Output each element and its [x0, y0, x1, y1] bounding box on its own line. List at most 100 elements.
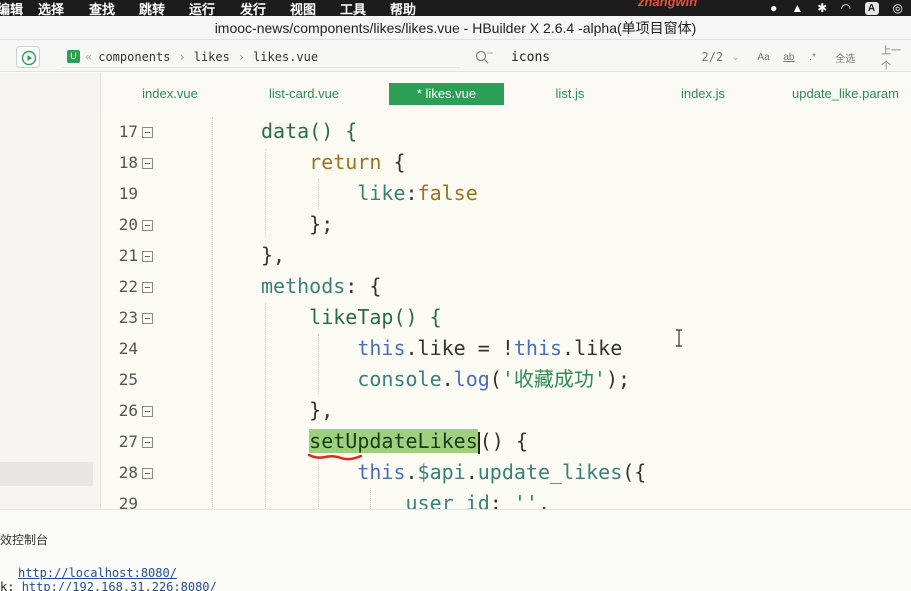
line-number: 17 — [118, 122, 138, 141]
gutter-line: 19 — [102, 178, 164, 209]
input-source-icon[interactable]: A — [864, 1, 879, 15]
code-line[interactable]: like:false — [261, 178, 477, 209]
console-panel: 效控制台 http://localhost:8080/ k: http://19… — [0, 509, 911, 591]
tab-list-js[interactable]: list.js — [544, 83, 596, 105]
code-line[interactable]: console.log('收藏成功'); — [261, 364, 630, 395]
editor-tabbar: index.vue list-card.vue * likes.vue list… — [102, 73, 911, 113]
code-token: { — [381, 150, 406, 174]
breadcrumb-separator: › — [237, 49, 246, 64]
toolbar: U « components › likes › likes.vue icons… — [0, 40, 911, 72]
code-line[interactable]: }; — [261, 209, 333, 240]
menu-publish[interactable]: 发行 — [240, 0, 266, 16]
breadcrumb-separator: › — [178, 49, 186, 64]
bluetooth-icon[interactable]: ✱ — [817, 1, 827, 15]
fold-toggle-icon[interactable] — [142, 282, 153, 293]
notification-icon[interactable]: ▲ — [791, 1, 803, 15]
fold-toggle-icon[interactable] — [142, 158, 153, 169]
fold-toggle-icon[interactable] — [142, 251, 153, 262]
breadcrumb-components[interactable]: components — [98, 50, 170, 64]
menu-select[interactable]: 选择 — [38, 0, 64, 16]
code-line[interactable]: }, — [261, 240, 285, 271]
watermark-name: zhangwin — [638, 0, 698, 9]
whole-word-toggle[interactable]: ab — [783, 52, 809, 63]
line-number: 20 — [118, 215, 138, 234]
fold-toggle-icon[interactable] — [142, 406, 153, 417]
chevron-down-icon[interactable]: ⌄ — [731, 52, 757, 63]
code-line[interactable]: setUpdateLikes() { — [261, 426, 528, 457]
explorer-selected-row[interactable] — [0, 462, 93, 486]
find-input[interactable]: icons — [511, 50, 651, 65]
project-explorer[interactable] — [0, 73, 101, 509]
tab-index-vue[interactable]: index.vue — [130, 83, 210, 105]
match-case-toggle[interactable]: Aa — [757, 52, 783, 63]
code-token: . — [441, 367, 454, 391]
code-line[interactable]: user_id: '', — [261, 488, 550, 509]
breadcrumb-back-icon[interactable]: « — [85, 50, 92, 64]
code-token: log — [453, 367, 490, 391]
find-prev-button[interactable]: 上一个 — [881, 42, 911, 72]
text-cursor-icon — [676, 329, 682, 347]
gutter-line: 26 — [102, 395, 164, 426]
menu-tools[interactable]: 工具 — [340, 0, 366, 16]
menu-view[interactable]: 视图 — [290, 0, 316, 16]
tab-index-js[interactable]: index.js — [668, 83, 738, 105]
run-preview-button[interactable] — [16, 46, 40, 68]
gutter-line: 20 — [102, 209, 164, 240]
code-line[interactable]: methods: { — [261, 271, 381, 302]
code-line[interactable]: likeTap() { — [261, 302, 442, 333]
window-title: imooc-news/components/likes/likes.vue - … — [0, 16, 911, 40]
code-editor[interactable]: 17 18 19 20 21 22 23 24 25 26 27 28 29 data() { retur… — [102, 113, 911, 509]
select-all-button[interactable]: 全选 — [835, 50, 881, 65]
search-icon[interactable]: ◎ — [893, 1, 903, 15]
code-token: }, — [261, 398, 334, 422]
code-line[interactable]: this.$api.update_likes({ — [261, 457, 646, 488]
gutter-line: 25 — [102, 364, 164, 395]
line-number: 26 — [118, 401, 138, 420]
code-token: this — [261, 460, 406, 484]
line-number: 18 — [118, 153, 138, 172]
gutter-line: 28 — [102, 457, 164, 488]
code-line[interactable]: this.like = !this.like — [261, 333, 622, 364]
fold-toggle-icon[interactable] — [142, 468, 153, 479]
code-token: update_likes — [477, 460, 623, 484]
menu-help[interactable]: 帮助 — [390, 0, 416, 16]
code-token: '' — [513, 491, 538, 509]
code-token: () { — [479, 429, 528, 453]
line-number: 25 — [118, 370, 138, 389]
code-token: likeTap() { — [261, 305, 442, 329]
tab-update-like-param[interactable]: update_like.param — [792, 83, 911, 105]
console-local-url-line: http://localhost:8080/ — [18, 566, 177, 580]
find-search-icon[interactable] — [474, 49, 494, 65]
tab-list-card-vue[interactable]: list-card.vue — [256, 83, 352, 105]
gutter-line: 17 — [102, 116, 164, 147]
menu-run[interactable]: 运行 — [189, 0, 215, 16]
code-line[interactable]: }, — [261, 395, 333, 426]
menubar-tray: ● ▲ ✱ ◠ A ◎ — [770, 1, 903, 15]
menu-goto[interactable]: 跳转 — [139, 0, 165, 16]
code-line[interactable]: return { — [261, 147, 406, 178]
line-number: 21 — [118, 246, 138, 265]
regex-toggle[interactable]: .* — [809, 52, 835, 63]
gutter-line: 27 — [102, 426, 164, 457]
fold-toggle-icon[interactable] — [142, 220, 153, 231]
menu-edit[interactable]: 编辑 — [0, 0, 23, 16]
fold-toggle-icon[interactable] — [142, 313, 153, 324]
breadcrumb-file[interactable]: likes.vue — [253, 50, 318, 64]
network-url-link[interactable]: http://192.168.31.226:8080/ — [22, 580, 217, 591]
code-token: , — [537, 491, 551, 509]
line-number: 27 — [118, 432, 138, 451]
local-url-link[interactable]: http://localhost:8080/ — [18, 566, 177, 580]
fold-toggle-icon[interactable] — [142, 127, 153, 138]
fold-toggle-icon[interactable] — [142, 437, 153, 448]
menu-find[interactable]: 查找 — [89, 0, 115, 16]
breadcrumb-likes[interactable]: likes — [194, 50, 230, 64]
gutter-line: 29 — [102, 488, 164, 509]
wifi-icon[interactable]: ◠ — [841, 1, 850, 15]
record-icon[interactable]: ● — [770, 1, 777, 15]
line-number: 29 — [118, 494, 138, 509]
breadcrumb: U « components › likes › likes.vue — [62, 46, 460, 68]
code-token: }, — [261, 243, 286, 267]
code-token: . — [465, 460, 478, 484]
code-line[interactable]: data() { — [261, 116, 357, 147]
tab-likes-vue[interactable]: * likes.vue — [389, 83, 504, 105]
